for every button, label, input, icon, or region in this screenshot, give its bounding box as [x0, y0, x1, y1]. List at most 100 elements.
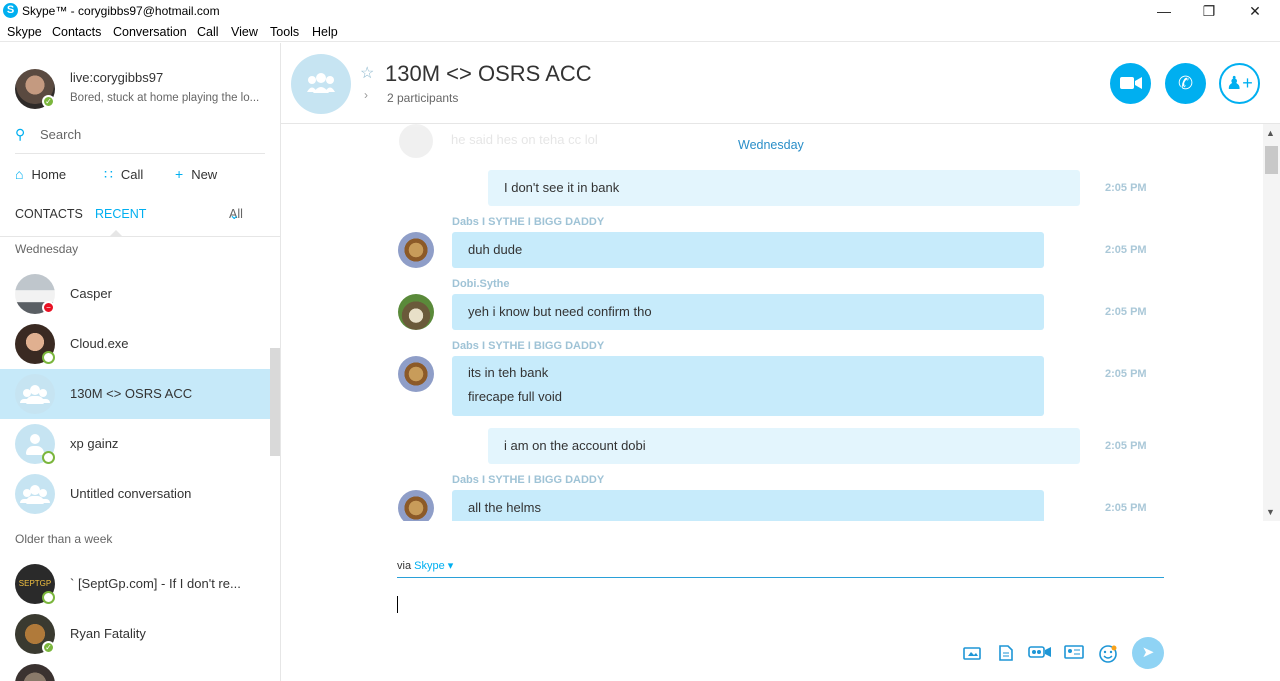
message-sender[interactable]: Dabs I SYTHE I BIGG DADDY [452, 340, 604, 352]
menu-tools[interactable]: Tools [270, 25, 299, 39]
menu-view[interactable]: View [231, 25, 258, 39]
recent-item-ryan-fatality[interactable]: ✓ Ryan Fatality [0, 609, 270, 659]
group-icon [15, 474, 55, 514]
sender-avatar[interactable] [398, 356, 434, 392]
chat-scrollbar[interactable]: ▲ ▼ [1263, 124, 1280, 521]
online-status-icon: ✓ [42, 641, 55, 654]
skype-logo-icon: S [3, 3, 18, 18]
minimize-button[interactable]: — [1149, 2, 1179, 20]
contact-name: Casper [70, 286, 112, 301]
group-avatar[interactable] [291, 54, 351, 114]
message-bubble[interactable]: i am on the account dobi [488, 428, 1080, 464]
send-button[interactable]: ➤ [1132, 637, 1164, 669]
menu-call[interactable]: Call [197, 25, 219, 39]
search-box[interactable]: ⚲ Search [15, 126, 265, 154]
recent-item-septgp[interactable]: SEPTGP ` [SeptGp.com] - If I don't re... [0, 559, 270, 609]
busy-status-icon: − [42, 301, 55, 314]
message-list[interactable]: he said hes on teha cc lol Wednesday I d… [281, 124, 1263, 521]
home-icon: ⌂ [15, 166, 24, 182]
send-media-icon[interactable] [963, 645, 981, 661]
tabs-divider [0, 236, 280, 237]
contact-name: 130M <> OSRS ACC [70, 386, 193, 401]
message-bubble[interactable]: I don't see it in bank [488, 170, 1080, 206]
message-time: 2:05 PM [1105, 502, 1147, 514]
message-input-caret[interactable] [397, 596, 398, 613]
menu-help[interactable]: Help [312, 25, 338, 39]
home-button[interactable]: ⌂ Home [15, 166, 66, 186]
close-button[interactable]: ✕ [1240, 2, 1270, 20]
audio-call-button[interactable]: ✆ [1165, 63, 1206, 104]
message-text: yeh i know but need confirm tho [468, 304, 652, 319]
faded-message: he said hes on teha cc lol [399, 124, 1039, 158]
sidebar-scrollbar[interactable] [270, 348, 280, 456]
tab-contacts[interactable]: CONTACTS [15, 207, 83, 221]
recent-item-130m-osrs-acc[interactable]: 130M <> OSRS ACC [0, 369, 270, 419]
message-text: i am on the account dobi [504, 438, 646, 453]
message-text: all the helms [468, 500, 541, 515]
call-button[interactable]: ∷ Call [104, 166, 143, 186]
message-text: I don't see it in bank [504, 180, 620, 195]
profile-name[interactable]: live:corygibbs97 [70, 70, 163, 85]
sender-avatar[interactable] [398, 490, 434, 521]
message-text: its in teh bank [468, 365, 549, 380]
title-bar: S Skype™ - corygibbs97@hotmail.com — ❐ ✕ [0, 0, 1280, 22]
compose-divider [397, 577, 1164, 578]
away-status-icon [42, 451, 55, 464]
search-icon: ⚲ [15, 126, 26, 142]
menu-skype[interactable]: Skype [7, 25, 42, 39]
video-message-icon[interactable] [1028, 645, 1052, 661]
message-time: 2:05 PM [1105, 368, 1147, 380]
video-camera-icon [1119, 77, 1142, 89]
away-status-icon [42, 351, 55, 364]
message-text: duh dude [468, 242, 523, 257]
video-call-button[interactable] [1110, 63, 1151, 104]
contact-name: ` [SeptGp.com] - If I don't re... [70, 576, 241, 591]
contact-name: Cloud.exe [70, 336, 129, 351]
scrollbar-thumb[interactable] [1265, 146, 1278, 174]
search-label: Search [40, 127, 82, 142]
favorite-star-icon[interactable]: ☆ [360, 63, 374, 83]
emoticon-icon[interactable] [1099, 645, 1117, 663]
contact-name: xp gainz [70, 436, 119, 451]
recent-item-cloud-exe[interactable]: Cloud.exe [0, 319, 270, 369]
message-sender[interactable]: Dobi.Sythe [452, 278, 509, 290]
scroll-up-arrow-icon[interactable]: ▲ [1266, 128, 1275, 138]
restore-button[interactable]: ❐ [1194, 2, 1224, 20]
section-header-older: Older than a week [15, 532, 113, 546]
message-time: 2:05 PM [1105, 306, 1147, 318]
avatar [15, 664, 55, 681]
message-bubble[interactable]: all the helms [452, 490, 1044, 521]
message-bubble[interactable]: its in teh bank firecape full void [452, 356, 1044, 416]
participants-count[interactable]: 2 participants [387, 91, 458, 105]
menu-conversation[interactable]: Conversation [113, 25, 187, 39]
message-bubble[interactable]: yeh i know but need confirm tho [452, 294, 1044, 330]
recent-item-xp-gainz[interactable]: xp gainz [0, 419, 270, 469]
sender-avatar[interactable] [398, 294, 434, 330]
via-label: via [397, 560, 412, 572]
sender-avatar[interactable] [398, 232, 434, 268]
new-button[interactable]: + New [175, 166, 217, 186]
menu-contacts[interactable]: Contacts [52, 25, 101, 39]
add-people-button[interactable]: ♟+ [1219, 63, 1260, 104]
contact-name: Untitled conversation [70, 486, 192, 501]
tab-recent[interactable]: RECENT [95, 207, 146, 221]
message-sender[interactable]: Dabs I SYTHE I BIGG DADDY [452, 216, 604, 228]
send-file-icon[interactable] [997, 645, 1015, 661]
dialpad-icon: ∷ [104, 166, 113, 182]
message-sender[interactable]: Dabs I SYTHE I BIGG DADDY [452, 474, 604, 486]
message-bubble[interactable]: duh dude [452, 232, 1044, 268]
scroll-down-arrow-icon[interactable]: ▼ [1266, 507, 1275, 517]
recent-item-partial[interactable] [0, 659, 270, 681]
recent-item-casper[interactable]: − Casper [0, 269, 270, 319]
network-selector[interactable]: Skype ▾ [414, 560, 453, 572]
send-contacts-icon[interactable] [1064, 645, 1084, 661]
group-icon [307, 73, 335, 93]
call-label: Call [120, 167, 144, 182]
recent-item-untitled-conversation[interactable]: Untitled conversation [0, 469, 270, 519]
chevron-right-icon[interactable]: › [364, 88, 368, 102]
away-status-icon [42, 591, 55, 604]
via-network[interactable]: via Skype ▾ [397, 559, 453, 572]
send-arrow-icon: ➤ [1141, 644, 1155, 661]
profile-mood[interactable]: Bored, stuck at home playing the lo... [70, 92, 259, 104]
message-time: 2:05 PM [1105, 440, 1147, 452]
